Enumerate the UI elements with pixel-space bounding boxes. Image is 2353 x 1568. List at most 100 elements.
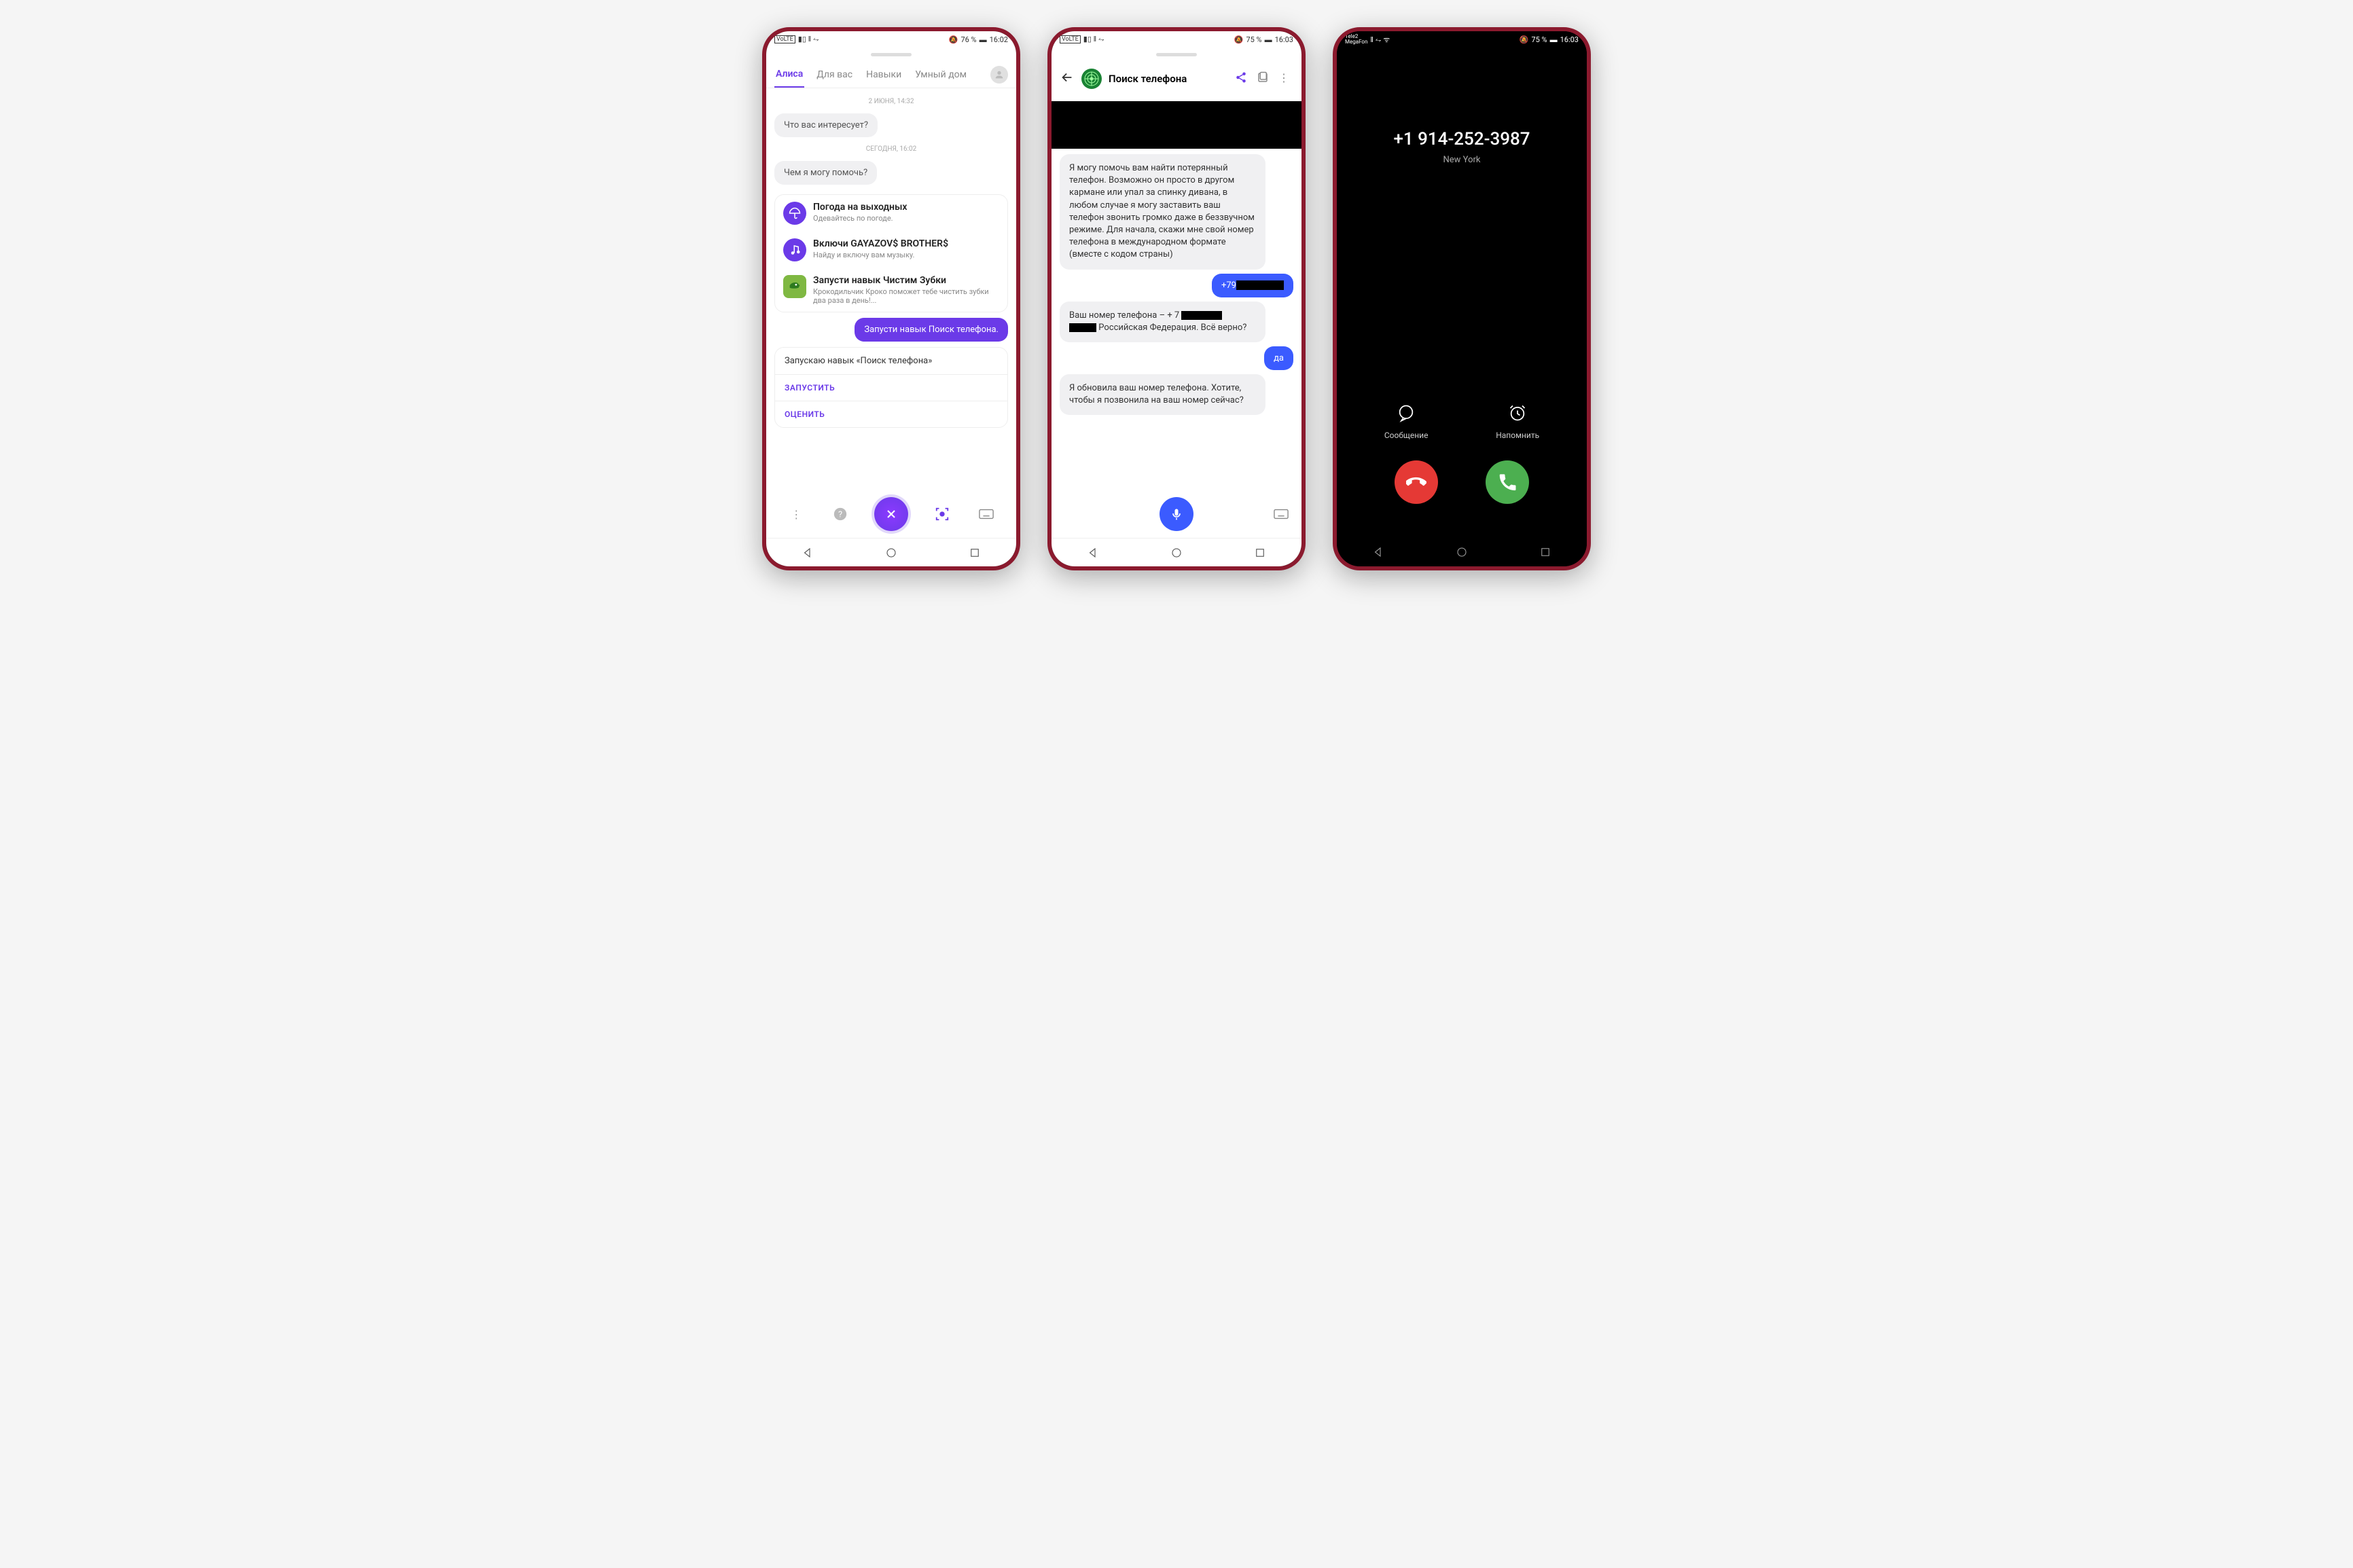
music-icon — [783, 238, 806, 261]
profile-avatar[interactable] — [990, 66, 1008, 84]
signal-icon: ▮▯ ‖ ⥊ — [1083, 35, 1104, 44]
redacted — [1181, 311, 1222, 320]
battery-text: 75 % — [1246, 35, 1261, 44]
caller-location: New York — [1350, 155, 1573, 165]
response-header: Запускаю навык «Поиск телефона» — [775, 348, 1007, 374]
skill-header: Поиск телефона ⋮ — [1052, 62, 1301, 96]
share-icon[interactable] — [1235, 71, 1250, 86]
message-icon — [1393, 399, 1420, 426]
accept-button[interactable] — [1486, 460, 1529, 504]
chat-content[interactable]: Я могу помочь вам найти потерянный телеф… — [1052, 96, 1301, 490]
mic-button[interactable] — [1160, 497, 1193, 531]
card-teeth-skill[interactable]: Запусти навык Чистим Зубки Крокодильчик … — [775, 268, 1007, 312]
assistant-bubble: Я обновила ваш номер телефона. Хотите, ч… — [1060, 374, 1265, 415]
keyboard-icon[interactable] — [1272, 505, 1291, 524]
mic-button[interactable] — [874, 497, 908, 531]
more-icon[interactable]: ⋮ — [787, 505, 806, 524]
battery-icon: ▬ — [1265, 35, 1272, 44]
phone-2: VoLTE ▮▯ ‖ ⥊ 🔕 75 % ▬ 16:03 Поиск телефо… — [1047, 27, 1306, 570]
tab-for-you[interactable]: Для вас — [815, 62, 854, 87]
carrier-text: Tele2 MegaFon — [1345, 34, 1367, 45]
android-nav — [1052, 538, 1301, 566]
status-bar: VoLTE ▮▯ ‖ ⥊ 🔕 76 % ▬ 16:02 — [766, 31, 1016, 48]
keyboard-icon[interactable] — [977, 505, 996, 524]
card-title: Запусти навык Чистим Зубки — [813, 275, 999, 286]
remind-label: Напомнить — [1496, 431, 1539, 440]
tab-alice[interactable]: Алиса — [774, 62, 804, 88]
status-bar: Tele2 MegaFon ‖ ⥊ ᯤ 🔕 75 % ▬ 16:03 — [1337, 31, 1587, 48]
user-number-prefix: +79 — [1221, 280, 1236, 291]
back-button[interactable] — [802, 547, 814, 559]
signal-icon: ▮▯ ‖ ⥊ — [798, 35, 819, 44]
battery-icon: ▬ — [980, 35, 987, 44]
radar-icon — [1081, 69, 1102, 89]
drag-handle[interactable] — [871, 53, 912, 56]
back-icon[interactable] — [1060, 70, 1075, 88]
rate-action[interactable]: ОЦЕНИТЬ — [775, 401, 1007, 427]
user-bubble: Запусти навык Поиск телефона. — [855, 318, 1008, 342]
lens-icon[interactable] — [933, 505, 952, 524]
message-action[interactable]: Сообщение — [1384, 399, 1429, 440]
card-subtitle: Крокодильчик Кроко поможет тебе чистить … — [813, 287, 999, 305]
screen-3: Tele2 MegaFon ‖ ⥊ ᯤ 🔕 75 % ▬ 16:03 +1 91… — [1337, 31, 1587, 566]
tab-smart-home[interactable]: Умный дом — [914, 62, 968, 87]
user-bubble: да — [1264, 346, 1293, 370]
tab-skills[interactable]: Навыки — [865, 62, 903, 87]
home-button[interactable] — [885, 547, 897, 559]
help-icon[interactable]: ? — [831, 505, 850, 524]
phone-3: Tele2 MegaFon ‖ ⥊ ᯤ 🔕 75 % ▬ 16:03 +1 91… — [1333, 27, 1591, 570]
message-label: Сообщение — [1384, 431, 1429, 440]
battery-text: 76 % — [960, 35, 976, 44]
redacted — [1236, 280, 1284, 290]
response-card: Запускаю навык «Поиск телефона» ЗАПУСТИТ… — [774, 347, 1008, 428]
user-bubble: +79 — [1212, 274, 1293, 297]
decline-button[interactable] — [1395, 460, 1438, 504]
confirm-post: Российская Федерация. Всё верно? — [1098, 323, 1246, 333]
input-bar — [1052, 490, 1301, 538]
mute-icon: 🔕 — [1234, 35, 1244, 44]
svg-text:?: ? — [838, 510, 842, 520]
redacted-area — [1052, 101, 1301, 149]
chat-content[interactable]: 2 ИЮНЯ, 14:32 Что вас интересует? СЕГОДН… — [766, 88, 1016, 490]
confirm-pre: Ваш номер телефона – + 7 — [1069, 310, 1179, 321]
status-bar: VoLTE ▮▯ ‖ ⥊ 🔕 75 % ▬ 16:03 — [1052, 31, 1301, 48]
more-icon[interactable]: ⋮ — [1278, 71, 1293, 86]
assistant-bubble: Что вас интересует? — [774, 113, 878, 137]
call-buttons — [1350, 460, 1573, 524]
assistant-bubble: Я могу помочь вам найти потерянный телеф… — [1060, 154, 1265, 270]
back-button[interactable] — [1087, 547, 1099, 559]
screen-1: VoLTE ▮▯ ‖ ⥊ 🔕 76 % ▬ 16:02 Алиса Для ва… — [766, 31, 1016, 566]
home-button[interactable] — [1456, 546, 1468, 558]
card-title: Погода на выходных — [813, 202, 908, 213]
card-weather[interactable]: Погода на выходных Одевайтесь по погоде. — [775, 195, 1007, 232]
assistant-bubble: Ваш номер телефона – + 7 Российская Феде… — [1060, 302, 1265, 342]
card-subtitle: Одевайтесь по погоде. — [813, 214, 908, 223]
redacted — [1069, 323, 1096, 332]
home-button[interactable] — [1170, 547, 1183, 559]
phone-1: VoLTE ▮▯ ‖ ⥊ 🔕 76 % ▬ 16:02 Алиса Для ва… — [762, 27, 1020, 570]
remind-action[interactable]: Напомнить — [1496, 399, 1539, 440]
caller-number: +1 914-252-3987 — [1350, 129, 1573, 149]
volte-icon: VoLTE — [774, 35, 795, 43]
android-nav — [766, 538, 1016, 566]
card-music[interactable]: Включи GAYAZOV$ BROTHER$ Найду и включу … — [775, 232, 1007, 268]
clock: 16:03 — [1275, 35, 1293, 44]
screen-2: VoLTE ▮▯ ‖ ⥊ 🔕 75 % ▬ 16:03 Поиск телефо… — [1052, 31, 1301, 566]
browser-icon[interactable] — [1257, 71, 1272, 86]
launch-action[interactable]: ЗАПУСТИТЬ — [775, 374, 1007, 401]
recent-button[interactable] — [1254, 547, 1266, 559]
clock-icon — [1504, 399, 1531, 426]
call-screen: +1 914-252-3987 New York Сообщение Напом… — [1337, 48, 1587, 538]
drag-handle[interactable] — [1156, 53, 1197, 56]
card-subtitle: Найду и включу вам музыку. — [813, 251, 948, 259]
card-title: Включи GAYAZOV$ BROTHER$ — [813, 238, 948, 249]
recent-button[interactable] — [969, 547, 981, 559]
android-nav — [1337, 538, 1587, 566]
recent-button[interactable] — [1539, 546, 1551, 558]
back-button[interactable] — [1372, 546, 1384, 558]
crocodile-icon — [783, 275, 806, 298]
battery-icon: ▬ — [1550, 35, 1558, 44]
skill-title: Поиск телефона — [1109, 73, 1228, 85]
umbrella-icon — [783, 202, 806, 225]
timestamp: 2 ИЮНЯ, 14:32 — [774, 98, 1008, 105]
